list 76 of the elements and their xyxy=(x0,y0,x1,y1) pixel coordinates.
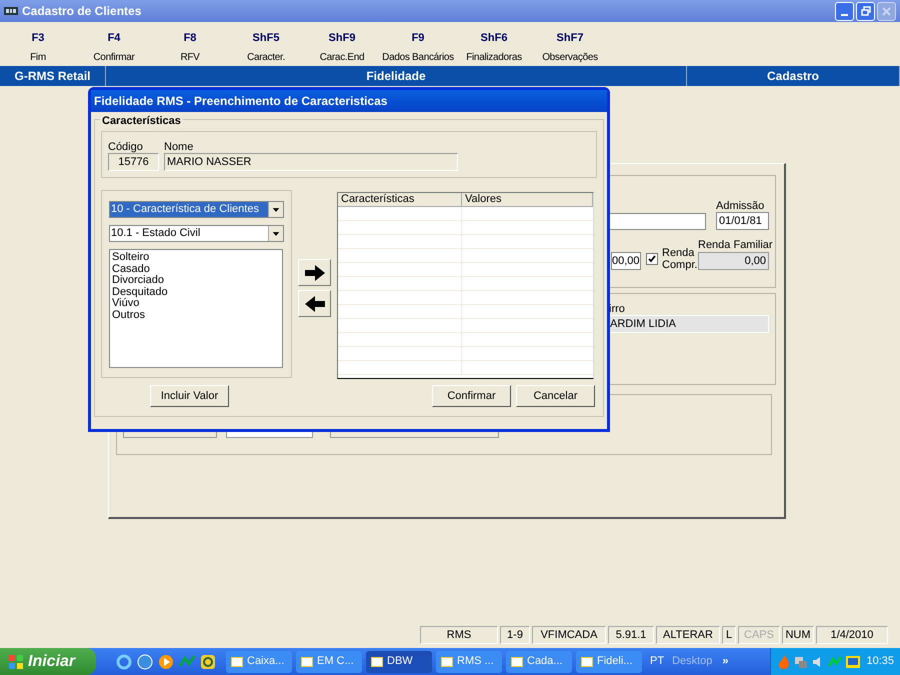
selected-option: 10 - Característica de Clientes xyxy=(110,202,268,217)
list-option[interactable]: Solteiro xyxy=(112,252,280,264)
add-button[interactable] xyxy=(298,259,331,286)
left-arrow-icon xyxy=(304,294,326,312)
window-title: Cadastro de Clientes xyxy=(22,3,142,20)
network-icon[interactable] xyxy=(794,654,808,668)
media-icon[interactable] xyxy=(158,654,174,670)
window-icon xyxy=(511,656,523,668)
language-indicator[interactable]: PT xyxy=(650,653,664,670)
name-field: MARIO NASSER xyxy=(164,153,458,171)
restore-button[interactable] xyxy=(856,2,875,20)
window-icon xyxy=(581,656,593,668)
list-option[interactable]: Casado xyxy=(112,264,280,275)
list-option[interactable]: Desquitado xyxy=(112,286,280,298)
status-cell: CAPS xyxy=(738,626,780,644)
window-icon xyxy=(371,656,383,668)
window-icon xyxy=(231,656,243,668)
status-cell: ALTERAR xyxy=(656,626,720,644)
function-key-button[interactable]: F3 Fim xyxy=(0,30,76,66)
function-key-button[interactable]: F8 RFV xyxy=(152,30,228,66)
chevron[interactable]: » xyxy=(722,653,729,670)
restore-icon xyxy=(860,6,870,16)
list-option[interactable]: Outros xyxy=(112,310,280,321)
function-key-button[interactable]: F4 Confirmar xyxy=(76,30,152,66)
status-cell: VFIMCADA xyxy=(532,626,606,644)
app-icon[interactable] xyxy=(200,654,216,670)
windows-logo-icon xyxy=(8,654,24,670)
window-icon xyxy=(441,656,453,668)
dialog-button[interactable]: Incluir Valor xyxy=(150,385,229,407)
window-icon xyxy=(301,656,313,668)
code-field: 15776 xyxy=(108,153,159,171)
field-label: Renda Familiar xyxy=(698,238,773,253)
function-key-button[interactable]: F9 Dados Bancários xyxy=(380,30,456,66)
list-option[interactable]: Viúvo xyxy=(112,298,280,310)
column-header[interactable]: Características xyxy=(338,193,462,206)
field-label: Código xyxy=(108,140,143,155)
status-cell: 1/4/2010 xyxy=(816,626,888,644)
field-label: Nome xyxy=(164,140,194,155)
select-value: 10.1 - Estado Civil xyxy=(110,226,202,241)
select-field[interactable]: 10 - Característica de Clientes xyxy=(109,201,284,218)
close-icon xyxy=(882,6,891,16)
list-option[interactable]: Divorciado xyxy=(112,275,280,286)
remove-button[interactable] xyxy=(298,290,331,317)
toolbar-label: Desktop xyxy=(672,654,712,670)
function-key-button[interactable]: ShF6 Finalizadoras xyxy=(456,30,532,66)
header-cell: Cadastro xyxy=(687,66,900,86)
status-cell: NUM xyxy=(782,626,814,644)
browser-icon[interactable] xyxy=(116,654,132,670)
status-cell: 1-9 xyxy=(500,626,530,644)
minimize-button[interactable] xyxy=(835,2,854,20)
select-field[interactable]: 10.1 - Estado Civil xyxy=(109,225,284,242)
column-header[interactable]: Valores xyxy=(462,193,593,206)
monitor-icon[interactable] xyxy=(845,654,861,668)
amount-field: 0,00 xyxy=(698,252,769,270)
right-arrow-icon xyxy=(304,264,326,282)
function-key-button[interactable]: ShF7 Observações xyxy=(532,30,608,66)
options-list[interactable]: Solteiro Casado Divorciado Desquitado Viúvo Outros xyxy=(109,249,283,368)
field-label: Admissão xyxy=(716,199,764,214)
status-cell: RMS xyxy=(420,626,498,644)
minimize-icon xyxy=(841,14,848,16)
date-field[interactable]: 01/01/81 xyxy=(716,212,769,230)
amount-field[interactable]: 00,00 xyxy=(611,252,641,270)
checkbox[interactable] xyxy=(646,253,658,265)
app-icon xyxy=(4,5,18,17)
taskbar-button[interactable]: DBW xyxy=(366,650,432,672)
dialog-button[interactable]: Confirmar xyxy=(432,385,511,407)
dialog-button[interactable]: Cancelar xyxy=(516,385,595,407)
clock: 10:35 xyxy=(866,654,894,670)
status-cell: 5.91.1 xyxy=(608,626,654,644)
header-cell: Fidelidade xyxy=(106,66,687,86)
dialog-title: Fidelidade RMS - Preenchimento de Caracteristicas xyxy=(94,93,388,110)
function-key-button[interactable]: ShF9 Carac.End xyxy=(304,30,380,66)
checkbox-label: Renda Compr. xyxy=(662,247,696,271)
status-cell: L xyxy=(722,626,736,644)
function-key-button[interactable]: ShF5 Caracter. xyxy=(228,30,304,66)
header-cell: G-RMS Retail xyxy=(0,66,106,86)
